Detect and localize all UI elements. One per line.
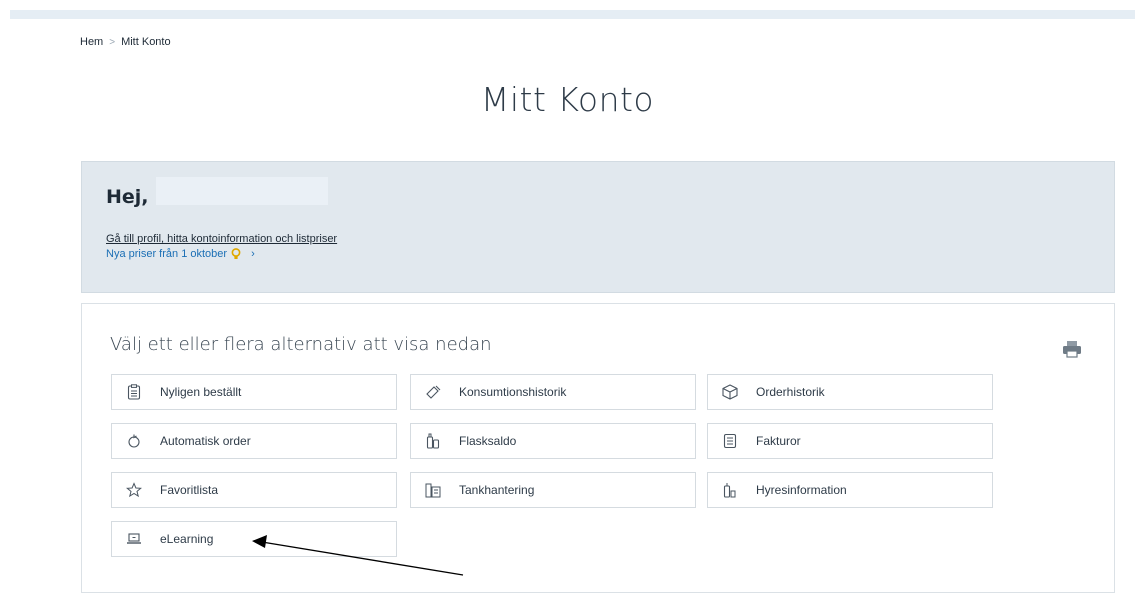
- option-tankhantering[interactable]: Tankhantering: [410, 472, 696, 508]
- option-label: Nyligen beställt: [160, 385, 242, 399]
- option-nyligen-bestallt[interactable]: Nyligen beställt: [111, 374, 397, 410]
- options-panel: Välj ett eller flera alternativ att visa…: [81, 303, 1115, 593]
- option-label: Flasksaldo: [459, 434, 517, 448]
- bottles-icon: [425, 433, 441, 449]
- user-name-redacted: [156, 177, 328, 205]
- option-label: eLearning: [160, 532, 214, 546]
- option-label: Fakturor: [756, 434, 801, 448]
- option-flasksaldo[interactable]: Flasksaldo: [410, 423, 696, 459]
- option-hyresinformation[interactable]: Hyresinformation: [707, 472, 993, 508]
- new-prices-link[interactable]: Nya priser från 1 oktober ›: [106, 248, 255, 260]
- chevron-right-icon: ›: [251, 248, 255, 260]
- profile-link[interactable]: Gå till profil, hitta kontoinformation o…: [106, 233, 337, 245]
- option-favoritlista[interactable]: Favoritlista: [111, 472, 397, 508]
- option-label: Hyresinformation: [756, 483, 847, 497]
- lightbulb-icon: [231, 248, 241, 259]
- refresh-icon: [126, 433, 142, 449]
- cylinder-icon: [425, 384, 441, 400]
- new-prices-label: Nya priser från 1 oktober: [106, 248, 228, 260]
- breadcrumb-current: Mitt Konto: [121, 36, 171, 48]
- box-icon: [722, 384, 738, 400]
- breadcrumb-home-link[interactable]: Hem: [80, 36, 103, 48]
- option-label: Konsumtionshistorik: [459, 385, 567, 399]
- rental-icon: [722, 482, 738, 498]
- breadcrumb-separator: >: [109, 36, 116, 48]
- star-icon: [126, 482, 142, 498]
- invoice-icon: [722, 433, 738, 449]
- top-bar: [10, 10, 1135, 19]
- page-title: Mitt Konto: [480, 80, 655, 119]
- print-icon[interactable]: [1062, 340, 1082, 358]
- breadcrumb: Hem > Mitt Konto: [80, 36, 171, 48]
- option-label: Tankhantering: [459, 483, 535, 497]
- option-label: Orderhistorik: [756, 385, 825, 399]
- greeting-panel: Hej, Gå till profil, hitta kontoinformat…: [81, 161, 1115, 293]
- option-automatisk-order[interactable]: Automatisk order: [111, 423, 397, 459]
- clipboard-icon: [126, 384, 142, 400]
- greeting-text: Hej,: [106, 186, 149, 208]
- options-heading: Välj ett eller flera alternativ att visa…: [110, 334, 492, 355]
- laptop-icon: [126, 531, 142, 547]
- tank-icon: [425, 482, 441, 498]
- option-elearning[interactable]: eLearning: [111, 521, 397, 557]
- option-label: Automatisk order: [160, 434, 251, 448]
- option-fakturor[interactable]: Fakturor: [707, 423, 993, 459]
- option-label: Favoritlista: [160, 483, 219, 497]
- option-konsumtionshistorik[interactable]: Konsumtionshistorik: [410, 374, 696, 410]
- option-orderhistorik[interactable]: Orderhistorik: [707, 374, 993, 410]
